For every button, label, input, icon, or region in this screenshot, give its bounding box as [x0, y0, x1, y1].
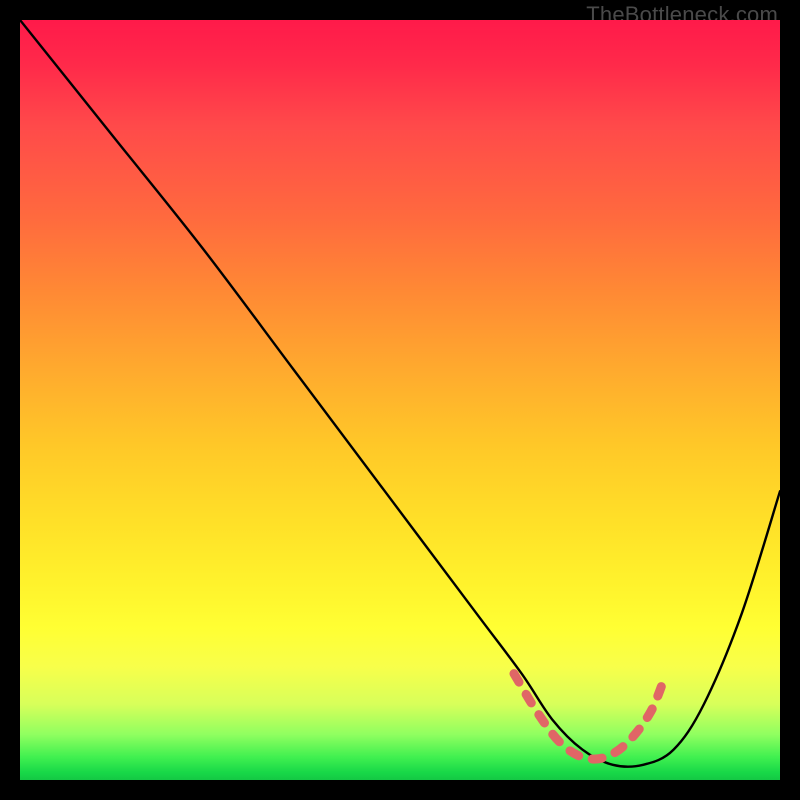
curve-layer [20, 20, 780, 780]
highlight-segment [514, 674, 666, 760]
bottleneck-curve [20, 20, 780, 767]
plot-area [20, 20, 780, 780]
bottleneck-chart: TheBottleneck.com [0, 0, 800, 800]
